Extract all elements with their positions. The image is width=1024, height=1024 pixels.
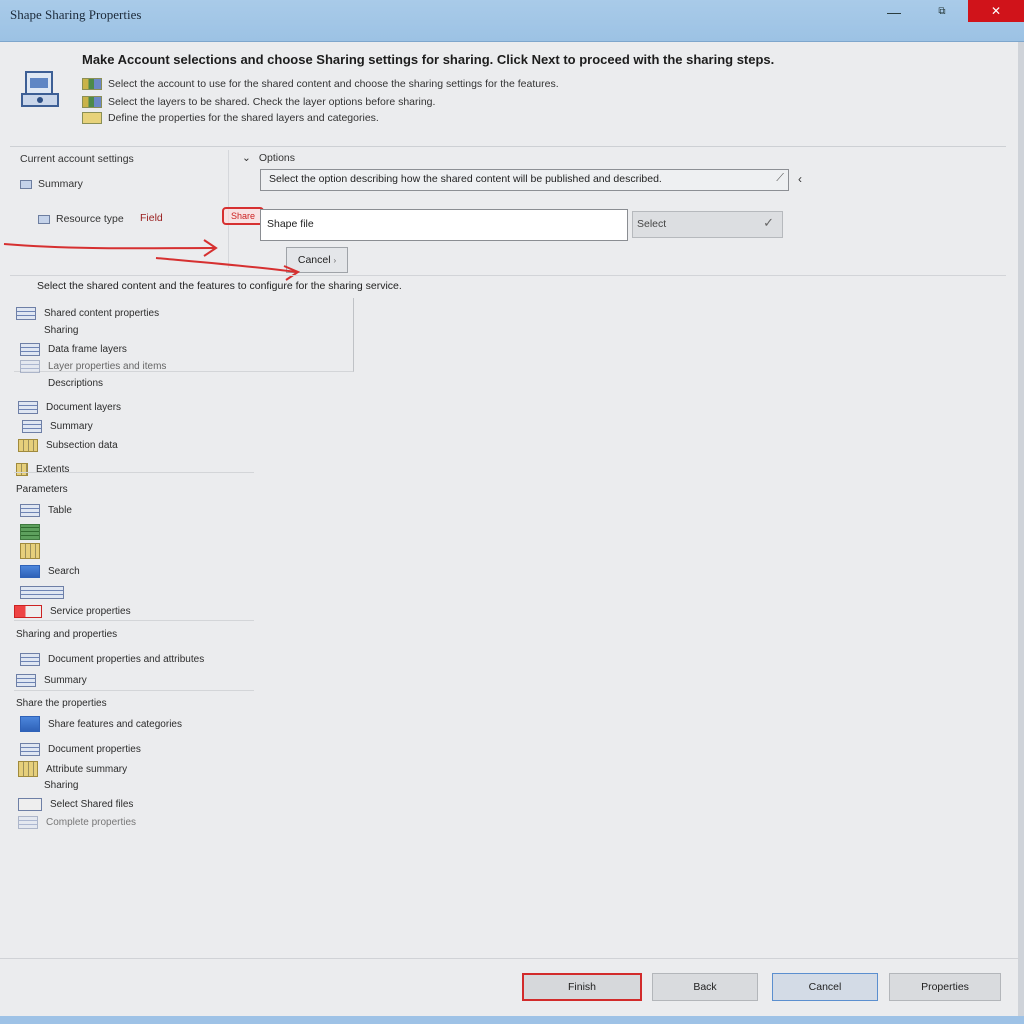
marker-badge: Share (222, 207, 264, 225)
taskbar-strip (0, 1016, 1024, 1024)
account-label: Current account settings (20, 153, 134, 165)
list-item[interactable]: Extents (16, 461, 69, 477)
dropdown-arrow-icon[interactable]: ⟋ (776, 172, 784, 185)
list-item[interactable]: Service properties (14, 603, 131, 619)
file-icon (18, 797, 42, 811)
list-item[interactable]: Data frame layers (20, 341, 127, 357)
table-icon (38, 214, 50, 224)
table-icon (20, 503, 40, 517)
back-button[interactable]: Back (652, 973, 758, 1001)
table-icon (18, 438, 38, 452)
options-label: ⌄ Options (242, 152, 295, 164)
layers-icon (82, 96, 102, 108)
close-icon[interactable]: ✕ (968, 0, 1024, 22)
header-line: Select the layers to be shared. Check th… (82, 95, 435, 109)
table-icon (16, 673, 36, 687)
chevron-right-icon: › (333, 256, 337, 265)
list-item[interactable]: Share features and categories (20, 716, 182, 732)
service-icon (14, 604, 42, 618)
title-bar: Shape Sharing Properties — ⧉ ✕ (0, 0, 1024, 42)
list-item[interactable]: Search (20, 563, 80, 579)
image-icon (20, 716, 40, 732)
list-item[interactable]: Descriptions (20, 375, 103, 391)
maximize-icon[interactable]: ⧉ (932, 6, 952, 24)
table-icon (20, 742, 40, 756)
list-item[interactable]: Layer properties and items (20, 358, 166, 374)
list-item[interactable]: Document properties (20, 741, 141, 757)
list-item[interactable]: Attribute summary (18, 761, 127, 777)
divider (14, 690, 254, 691)
list-header: Select the shared content and the featur… (37, 280, 402, 292)
list-item[interactable]: Subsection data (18, 437, 118, 453)
list-item[interactable]: Document layers (18, 399, 121, 415)
list-item[interactable]: Select Shared files (18, 796, 133, 812)
divider (14, 620, 254, 621)
table-icon (20, 585, 64, 599)
grid-icon (18, 761, 38, 777)
window-title: Shape Sharing Properties (10, 7, 142, 22)
list-item[interactable] (20, 524, 48, 540)
wizard-icon (21, 71, 59, 107)
table-icon (20, 359, 40, 373)
table-icon (18, 815, 38, 829)
group-label: Parameters (16, 484, 68, 495)
divider (10, 275, 1006, 276)
dropdown-value: Select the option describing how the sha… (269, 173, 662, 185)
browse-field[interactable]: Select ✓ (632, 211, 783, 238)
list-item[interactable] (20, 584, 72, 600)
properties-button[interactable]: Properties (889, 973, 1001, 1001)
options-dropdown[interactable]: Select the option describing how the sha… (260, 169, 789, 191)
header-line: Select the account to use for the shared… (82, 77, 559, 91)
table-icon (20, 652, 40, 666)
checkbox-icon[interactable] (20, 179, 32, 189)
minimize-icon[interactable]: — (884, 4, 904, 24)
finish-button[interactable]: Finish (522, 973, 642, 1001)
resource-label: Resource type (38, 213, 124, 225)
folder-icon (82, 112, 102, 124)
list-item[interactable]: Summary (16, 672, 87, 688)
scrollbar[interactable] (1018, 42, 1024, 1024)
divider (14, 472, 254, 473)
summary-label[interactable]: Summary (20, 178, 83, 190)
check-icon: ✓ (763, 215, 774, 230)
browse-label: Select (637, 218, 667, 230)
grid-icon (20, 543, 40, 559)
header-title: Make Account selections and choose Shari… (82, 52, 775, 67)
group-label: Share the properties (16, 698, 107, 709)
list-item[interactable]: Document properties and attributes (20, 651, 204, 667)
list-item[interactable]: Sharing (44, 322, 78, 338)
list-item[interactable] (20, 543, 48, 559)
chevron-left-icon[interactable]: ‹ (798, 172, 802, 186)
header-line: Define the properties for the shared lay… (82, 111, 379, 125)
name-input[interactable]: Shape file (260, 209, 628, 241)
sheet-icon (20, 524, 40, 540)
list-item[interactable]: Complete properties (18, 814, 136, 830)
list-item[interactable]: Summary (22, 418, 93, 434)
list-item[interactable]: Table (20, 502, 72, 518)
cancel-button[interactable]: Cancel (772, 973, 878, 1001)
table-icon (18, 400, 38, 414)
divider (10, 146, 1006, 147)
list-item[interactable]: Shared content properties (16, 305, 159, 321)
layers-icon (82, 78, 102, 90)
field-hint-label: Field (140, 212, 163, 224)
list-item[interactable]: Sharing (44, 777, 78, 793)
group-label: Sharing and properties (16, 629, 118, 640)
folder-icon (16, 462, 28, 476)
cancel-small-button[interactable]: Cancel › (286, 247, 348, 273)
divider (0, 958, 1020, 959)
table-icon (16, 306, 36, 320)
table-icon (22, 419, 42, 433)
image-icon (20, 564, 40, 578)
chevron-down-icon[interactable]: ⌄ (242, 152, 251, 164)
table-icon (20, 342, 40, 356)
